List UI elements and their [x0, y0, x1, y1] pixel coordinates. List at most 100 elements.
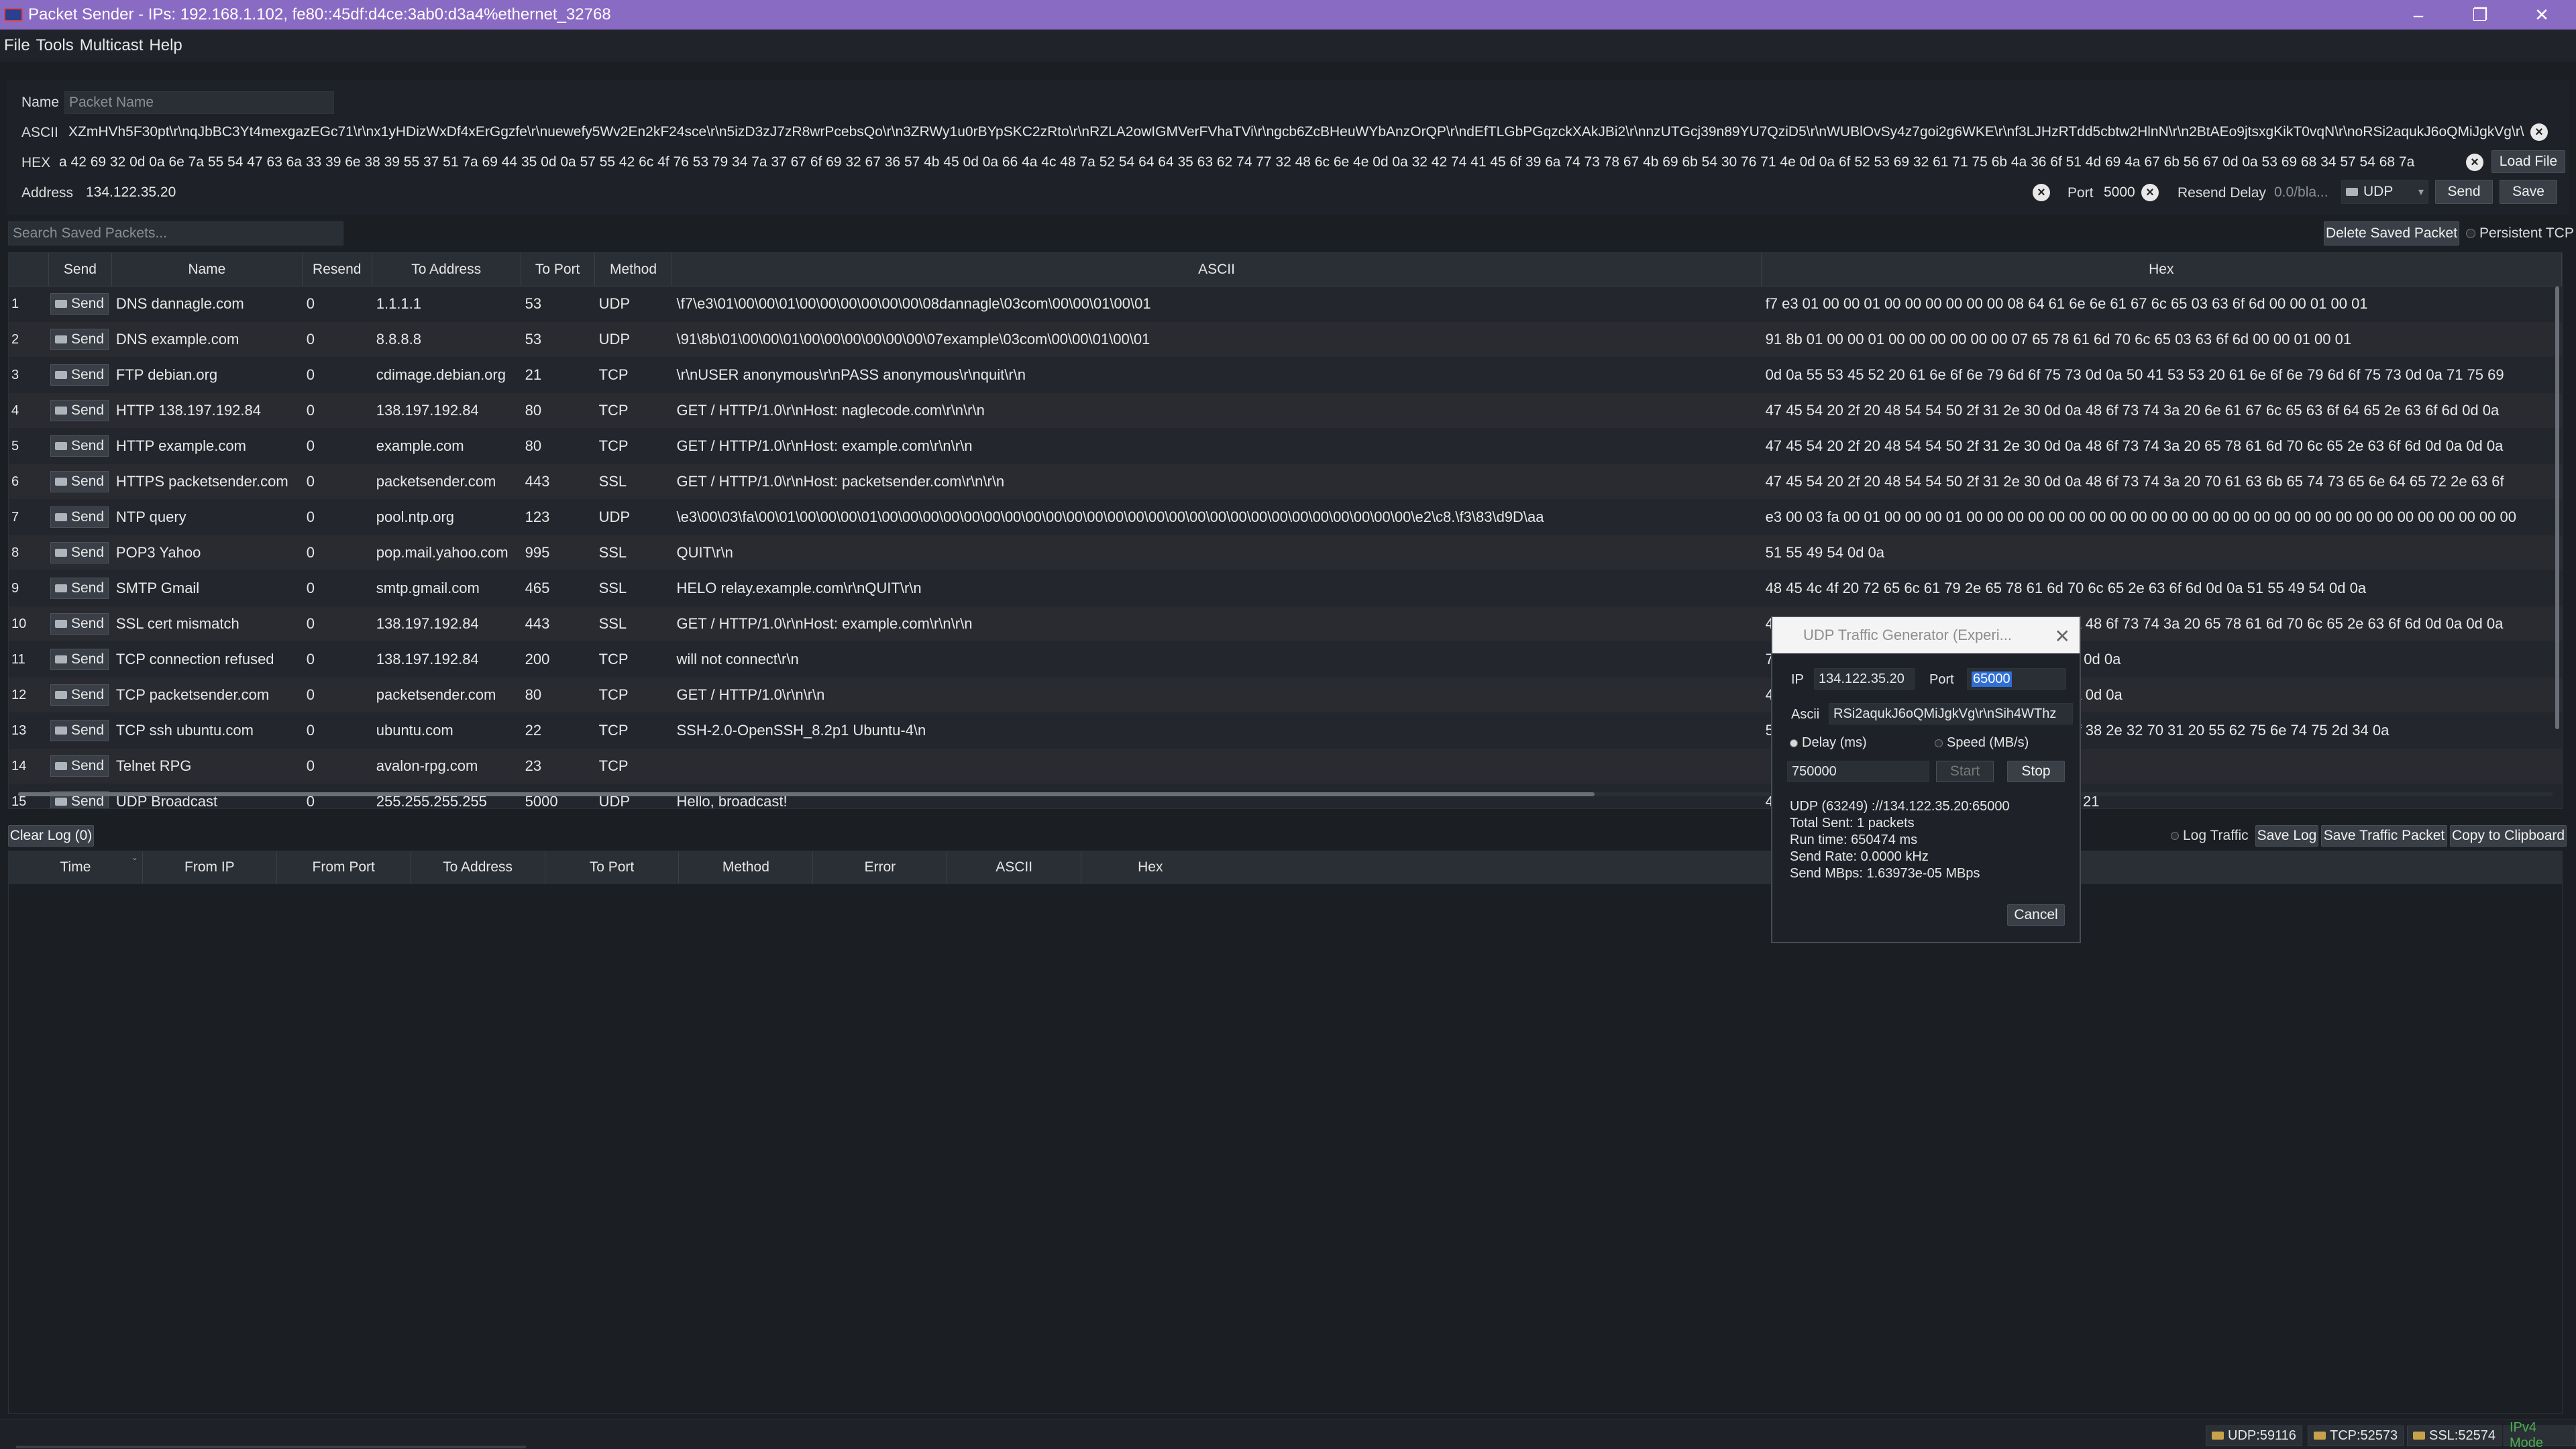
- column-header-to-address[interactable]: To Address: [372, 253, 521, 286]
- delay-input[interactable]: 750000: [1787, 761, 1929, 782]
- send-cell: Send: [49, 755, 112, 777]
- log-column-header-to-port[interactable]: To Port: [545, 851, 680, 883]
- table-row[interactable]: 5 Send HTTP example.com 0 example.com 80 TCP GE…: [9, 429, 2562, 464]
- table-row[interactable]: 6 Send HTTPS packetsender.com 0 packetsender…: [9, 464, 2562, 500]
- column-header-resend[interactable]: Resend: [303, 253, 372, 286]
- address-input[interactable]: 134.122.35.20: [82, 181, 2027, 204]
- row-send-button[interactable]: Send: [50, 578, 109, 599]
- table-row[interactable]: 12 Send TCP packetsender.com 0 packetsender.…: [9, 678, 2562, 713]
- dialog-ip-input[interactable]: 134.122.35.20: [1814, 668, 1915, 690]
- stop-button[interactable]: Stop: [2007, 761, 2065, 782]
- log-column-header-from-ip[interactable]: From IP: [143, 851, 277, 883]
- save-traffic-packet-button[interactable]: Save Traffic Packet: [2321, 825, 2447, 847]
- ascii-input[interactable]: XZmHVh5F30pt\r\nqJbBC3Yt4mexgazEGc71\r\n…: [64, 121, 2525, 144]
- delay-radio[interactable]: Delay (ms): [1790, 735, 1867, 751]
- row-send-button[interactable]: Send: [50, 329, 109, 350]
- table-row[interactable]: 1 Send DNS dannagle.com 0 1.1.1.1 53 UDP \f7\e3…: [9, 286, 2562, 322]
- resend-delay-input[interactable]: 0.0/bla...: [2270, 181, 2334, 204]
- ssl-port-status[interactable]: SSL:52574: [2407, 1426, 2502, 1446]
- table-row[interactable]: 8 Send POP3 Yahoo 0 pop.mail.yahoo.com 995 SSL…: [9, 535, 2562, 571]
- save-button[interactable]: Save: [2500, 180, 2557, 204]
- horizontal-scrollbar[interactable]: [18, 792, 2553, 796]
- close-window-button[interactable]: ✕: [2512, 0, 2572, 30]
- table-row[interactable]: 11 Send TCP connection refused 0 138.197.192…: [9, 642, 2562, 678]
- column-header-name[interactable]: Name: [112, 253, 303, 286]
- column-header-ascii[interactable]: ASCII: [672, 253, 1762, 286]
- bottom-scrollbar[interactable]: [16, 1446, 526, 1448]
- column-header-hex[interactable]: Hex: [1762, 253, 2562, 286]
- table-row[interactable]: 13 Send TCP ssh ubuntu.com 0 ubuntu.com 22 TCP…: [9, 713, 2562, 749]
- table-row[interactable]: 7 Send NTP query 0 pool.ntp.org 123 UDP \e3\00\…: [9, 500, 2562, 535]
- dialog-port-input[interactable]: 65000: [1967, 668, 2066, 690]
- table-row[interactable]: 14 Send Telnet RPG 0 avalon-rpg.com 23 TCP: [9, 749, 2562, 784]
- ascii-value: \f7\e3\01\00\00\01\00\00\00\00\00\00\08d…: [676, 295, 1151, 312]
- log-traffic-checkbox[interactable]: Log Traffic: [2171, 828, 2249, 844]
- log-column-header-from-port[interactable]: From Port: [277, 851, 411, 883]
- menu-file[interactable]: File: [4, 36, 30, 55]
- clear-address-icon[interactable]: ×: [2033, 184, 2050, 201]
- table-body: 1 Send DNS dannagle.com 0 1.1.1.1 53 UDP \f7\e3…: [9, 286, 2562, 808]
- save-log-button[interactable]: Save Log: [2255, 825, 2318, 847]
- load-file-button[interactable]: Load File: [2491, 150, 2565, 173]
- table-row[interactable]: 10 Send SSL cert mismatch 0 138.197.192.84 44…: [9, 606, 2562, 642]
- speed-radio[interactable]: Speed (MB/s): [1935, 735, 2029, 751]
- row-send-button[interactable]: Send: [50, 720, 109, 741]
- search-saved-packets-input[interactable]: Search Saved Packets...: [8, 221, 343, 246]
- send-button[interactable]: Send: [2435, 180, 2493, 204]
- horizontal-scrollbar-thumb[interactable]: [18, 792, 1595, 796]
- dialog-cancel-button[interactable]: Cancel: [2007, 904, 2065, 926]
- row-send-button[interactable]: Send: [50, 364, 109, 386]
- row-send-button[interactable]: Send: [50, 542, 109, 564]
- table-row[interactable]: 2 Send DNS example.com 0 8.8.8.8 53 UDP \91\8b\…: [9, 322, 2562, 358]
- clear-port-icon[interactable]: ×: [2141, 184, 2159, 201]
- persistent-tcp-checkbox[interactable]: Persistent TCP: [2466, 225, 2574, 241]
- log-column-header-error[interactable]: Error: [813, 851, 948, 883]
- maximize-button[interactable]: ❐: [2450, 0, 2510, 30]
- udp-traffic-generator-dialog: UDP Traffic Generator (Experi... ✕ IP 13…: [1771, 616, 2081, 943]
- row-send-button[interactable]: Send: [50, 613, 109, 635]
- log-column-header-ascii[interactable]: ASCII: [947, 851, 1082, 883]
- protocol-select[interactable]: UDP ▾: [2341, 180, 2428, 204]
- dialog-ascii-input[interactable]: RSi2aqukJ6oQMiJgkVg\r\nSih4WThz: [1829, 703, 2073, 724]
- row-send-button[interactable]: Send: [50, 684, 109, 706]
- menu-help[interactable]: Help: [149, 36, 182, 55]
- log-column-header-time[interactable]: Time ⌄: [9, 851, 143, 883]
- start-button[interactable]: Start: [1936, 761, 1994, 782]
- minimize-button[interactable]: –: [2388, 0, 2449, 30]
- menu-tools[interactable]: Tools: [36, 36, 74, 55]
- clear-ascii-icon[interactable]: ×: [2530, 123, 2548, 141]
- log-column-header-to-address[interactable]: To Address: [411, 851, 545, 883]
- table-row[interactable]: 15 Send UDP Broadcast 0 255.255.255.255 5000 U…: [9, 784, 2562, 808]
- table-row[interactable]: 9 Send SMTP Gmail 0 smtp.gmail.com 465 SSL HELO…: [9, 571, 2562, 606]
- row-number: 1: [11, 296, 19, 311]
- udp-port-status[interactable]: UDP:59116: [2206, 1426, 2302, 1446]
- packet-name-input[interactable]: Packet Name: [64, 91, 334, 114]
- close-icon[interactable]: ✕: [2055, 625, 2070, 647]
- clear-hex-icon[interactable]: ×: [2466, 154, 2483, 171]
- row-send-button[interactable]: Send: [50, 471, 109, 492]
- to-address: packetsender.com: [376, 686, 496, 703]
- clear-log-button[interactable]: Clear Log (0): [8, 825, 94, 847]
- row-send-button[interactable]: Send: [50, 293, 109, 315]
- menu-multicast[interactable]: Multicast: [80, 36, 144, 55]
- hex-input[interactable]: a 42 69 32 0d 0a 6e 7a 55 54 47 63 6a 33…: [55, 151, 2469, 174]
- log-column-header-method[interactable]: Method: [679, 851, 814, 883]
- row-send-button[interactable]: Send: [50, 506, 109, 528]
- column-header-method[interactable]: Method: [595, 253, 673, 286]
- row-send-button[interactable]: Send: [50, 435, 109, 457]
- to-address: 1.1.1.1: [376, 295, 422, 312]
- vertical-scrollbar[interactable]: [2555, 286, 2559, 729]
- delete-saved-packet-button[interactable]: Delete Saved Packet: [2324, 221, 2459, 246]
- port-input[interactable]: 5000: [2100, 181, 2139, 204]
- ipv4-mode-status[interactable]: IPv4 Mode: [2504, 1420, 2576, 1449]
- column-header-send[interactable]: Send: [49, 253, 112, 286]
- column-header-to-port[interactable]: To Port: [521, 253, 595, 286]
- row-send-button[interactable]: Send: [50, 400, 109, 421]
- row-number: 4: [11, 402, 19, 418]
- table-row[interactable]: 4 Send HTTP 138.197.192.84 0 138.197.192.84 8…: [9, 393, 2562, 429]
- row-send-button[interactable]: Send: [50, 649, 109, 670]
- tcp-port-status[interactable]: TCP:52573: [2308, 1426, 2404, 1446]
- table-row[interactable]: 3 Send FTP debian.org 0 cdimage.debian.org 21…: [9, 358, 2562, 393]
- copy-to-clipboard-button[interactable]: Copy to Clipboard: [2450, 825, 2567, 847]
- row-send-button[interactable]: Send: [50, 755, 109, 777]
